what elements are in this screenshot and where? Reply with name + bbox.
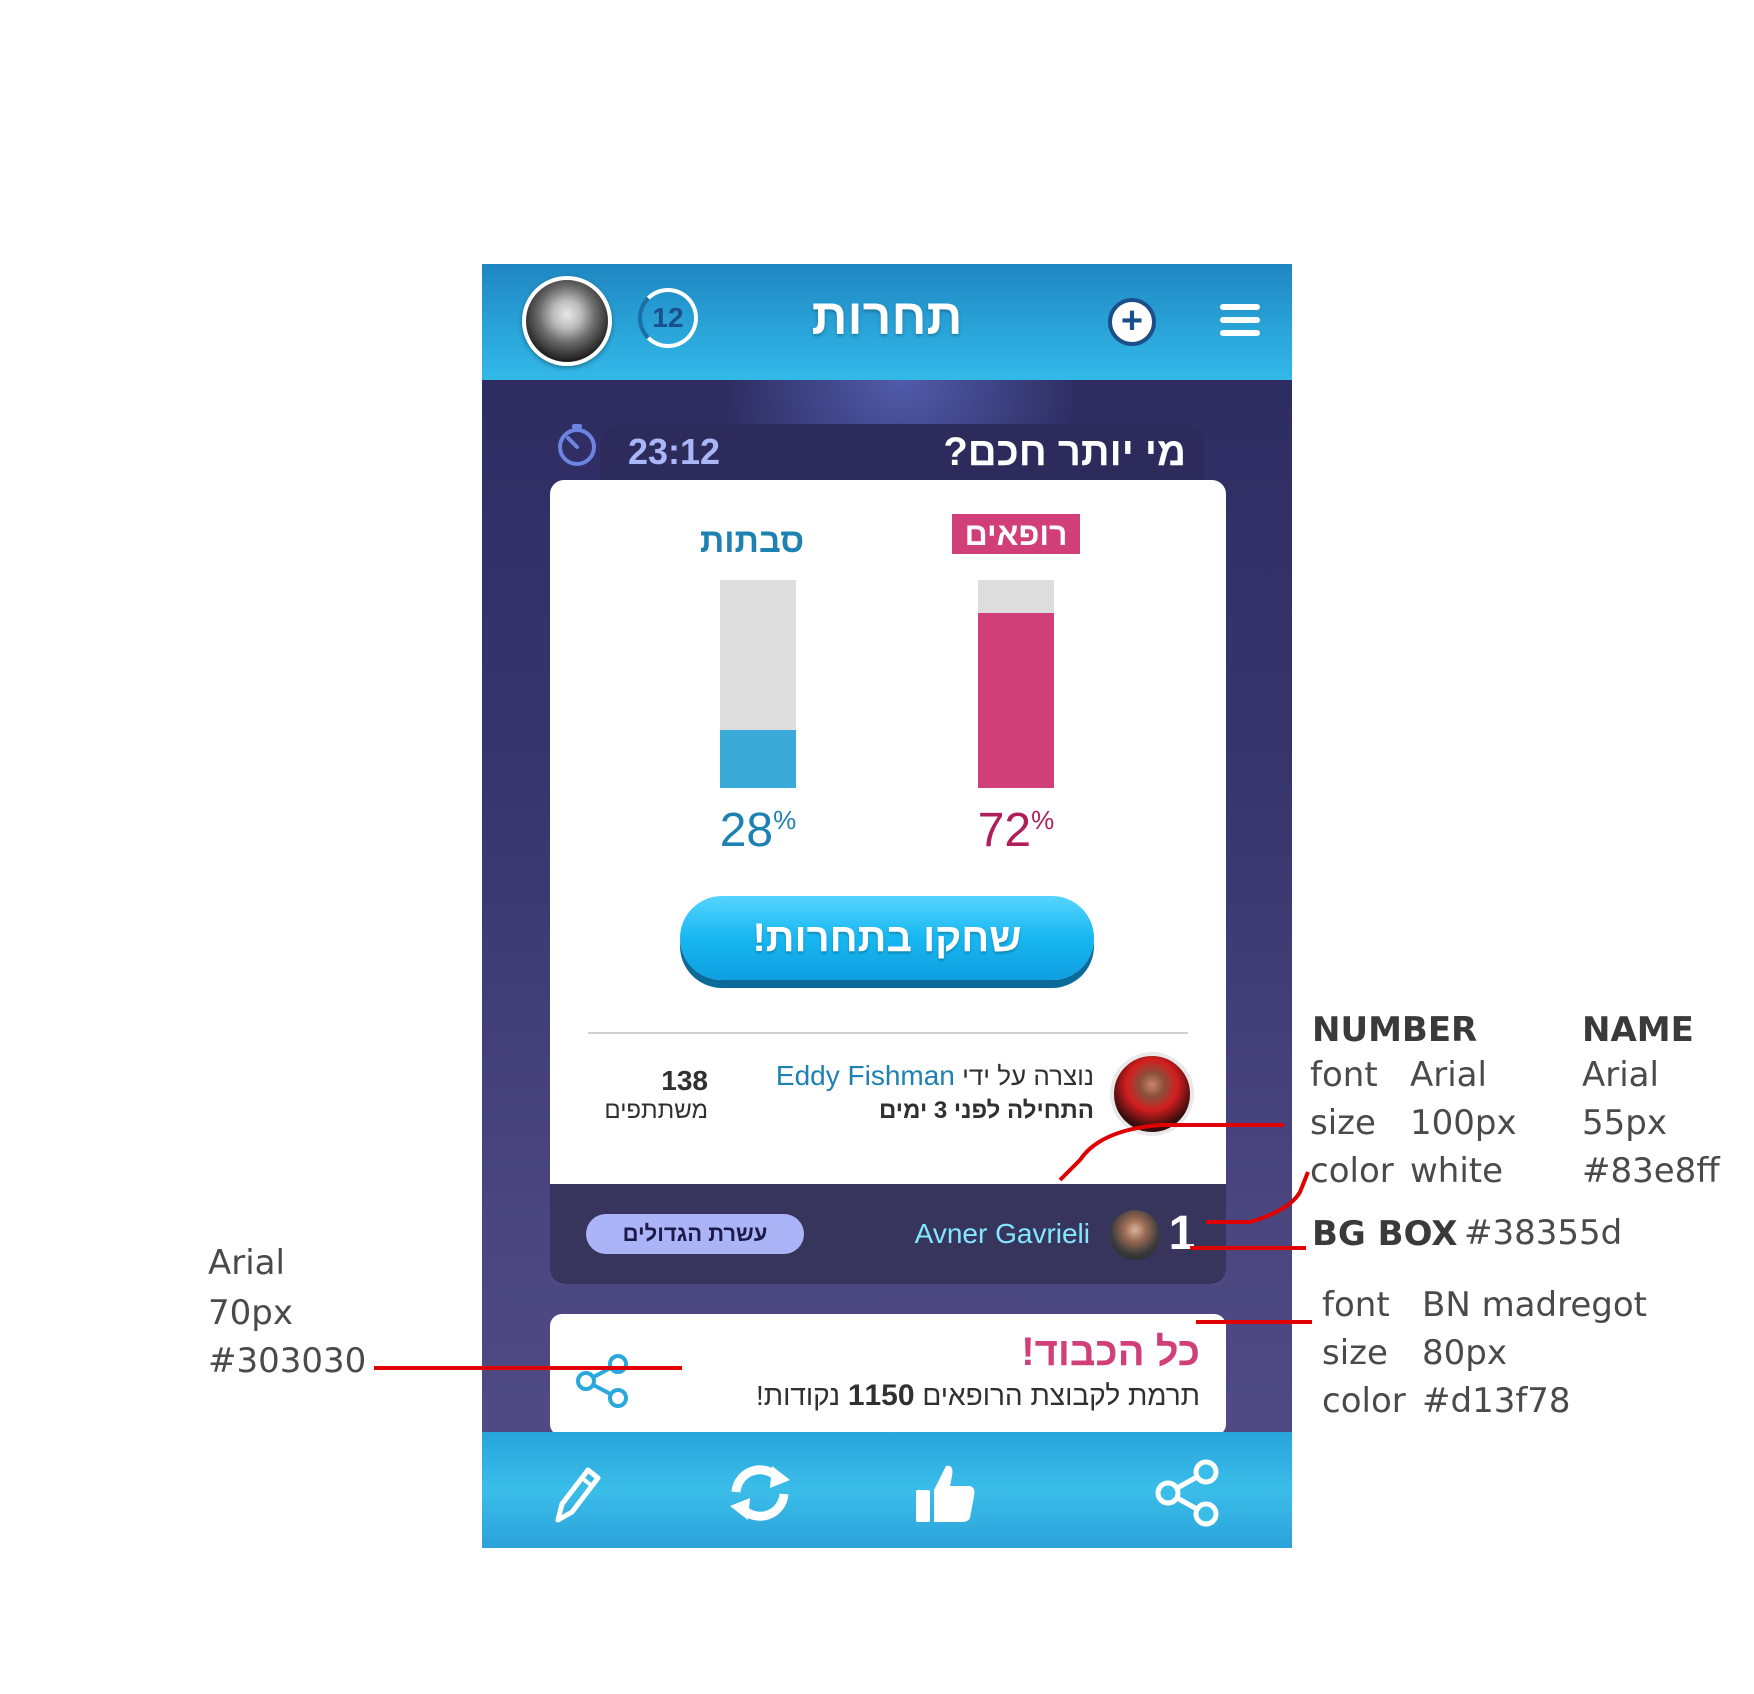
progress-fill-grandmothers — [720, 729, 796, 788]
annotation-title-font: BN madregot — [1422, 1285, 1647, 1325]
annotation-number-color: white — [1410, 1151, 1504, 1191]
bravo-title: כל הכבוד! — [1021, 1330, 1200, 1374]
leader-rank: 1 — [1168, 1207, 1196, 1260]
user-avatar[interactable] — [522, 276, 612, 366]
annotation-sub-font: Arial — [208, 1243, 285, 1283]
annotation-color-label: color — [1310, 1151, 1394, 1191]
annotation-size-label: size — [1310, 1103, 1376, 1143]
bravo-points: 1150 — [847, 1379, 915, 1412]
refresh-icon[interactable] — [722, 1458, 798, 1528]
app-screen: 12 תחרות + 23:12 מי יותר חכם? סבתות רופא… — [482, 264, 1292, 1548]
bottom-toolbar — [482, 1432, 1292, 1548]
annotation-name-font: Arial — [1582, 1055, 1659, 1095]
bravo-text-suffix: נקודות! — [755, 1380, 841, 1411]
team-label-grandmothers: סבתות — [699, 522, 805, 560]
annotation-title-color: #d13f78 — [1422, 1381, 1571, 1421]
plus-circle-icon[interactable]: + — [1108, 298, 1156, 346]
thumbs-up-icon[interactable] — [908, 1458, 984, 1528]
creator-line: נוצרה על ידי Eddy Fishman — [750, 1058, 1094, 1094]
creator-name[interactable]: Eddy Fishman — [776, 1060, 955, 1091]
annotation-number-header: NUMBER — [1312, 1010, 1478, 1050]
progress-bar-grandmothers — [720, 580, 796, 788]
annotation-bgbox-color: #38355d — [1464, 1213, 1623, 1253]
bravo-box: כל הכבוד! תרמת לקבוצת הרופאים 1150 נקודו… — [550, 1314, 1226, 1436]
participants-count: 138 — [661, 1065, 708, 1096]
hamburger-menu-icon[interactable] — [1220, 304, 1260, 336]
annotation-font-label: font — [1310, 1055, 1378, 1095]
creator-prefix: נוצרה על ידי — [962, 1061, 1094, 1091]
leader-name[interactable]: Avner Gavrieli — [830, 1214, 1090, 1254]
annotation-sub-size: 70px — [208, 1293, 293, 1333]
percent-doctors: 72% — [977, 804, 1055, 857]
annotation-number-size: 100px — [1410, 1103, 1517, 1143]
progress-bar-doctors — [978, 580, 1054, 788]
play-button[interactable]: שחקו בתחרות! — [680, 896, 1094, 980]
notification-count[interactable]: 12 — [638, 288, 698, 348]
pencil-icon[interactable] — [536, 1458, 612, 1528]
creator-avatar[interactable] — [1110, 1052, 1194, 1136]
annotation-bgbox-label: BG BOX — [1312, 1214, 1458, 1254]
leader-avatar[interactable] — [1110, 1210, 1160, 1260]
quiz-card: סבתות רופאים 28% 72% שחקו בתחרות! נוצרה … — [550, 480, 1226, 1284]
annotation-title-color-label: color — [1322, 1381, 1406, 1421]
page-title: תחרות — [811, 289, 963, 345]
stopwatch-icon — [558, 424, 596, 466]
top-ten-button[interactable]: עשרת הגדולים — [586, 1214, 804, 1254]
team-label-doctors: רופאים — [952, 514, 1080, 554]
annotation-number-font: Arial — [1410, 1055, 1487, 1095]
bravo-text: תרמת לקבוצת הרופאים 1150 נקודות! — [660, 1376, 1200, 1416]
percent-grandmothers: 28% — [719, 804, 797, 857]
share-icon[interactable] — [1150, 1458, 1226, 1528]
started-text: התחילה לפני 3 ימים — [878, 1097, 1094, 1124]
participants-label: משתתפים — [604, 1097, 708, 1124]
annotation-sub-color: #303030 — [208, 1341, 367, 1381]
bravo-text-prefix: תרמת לקבוצת הרופאים — [922, 1380, 1200, 1411]
divider — [588, 1032, 1188, 1034]
annotation-name-header: NAME — [1582, 1010, 1694, 1050]
top-bar: 12 תחרות + — [482, 264, 1292, 380]
annotation-title-font-label: font — [1322, 1285, 1390, 1325]
annotation-name-size: 55px — [1582, 1103, 1667, 1143]
annotation-name-color: #83e8ff — [1582, 1151, 1720, 1191]
timer-readout: 23:12 — [628, 431, 721, 472]
share-icon[interactable] — [572, 1350, 634, 1412]
progress-fill-doctors — [978, 613, 1054, 788]
leaderboard-box: 1 Avner Gavrieli עשרת הגדולים — [550, 1184, 1226, 1284]
annotation-title-size-label: size — [1322, 1333, 1388, 1373]
annotation-title-size: 80px — [1422, 1333, 1507, 1373]
quiz-title: מי יותר חכם? — [943, 430, 1186, 474]
